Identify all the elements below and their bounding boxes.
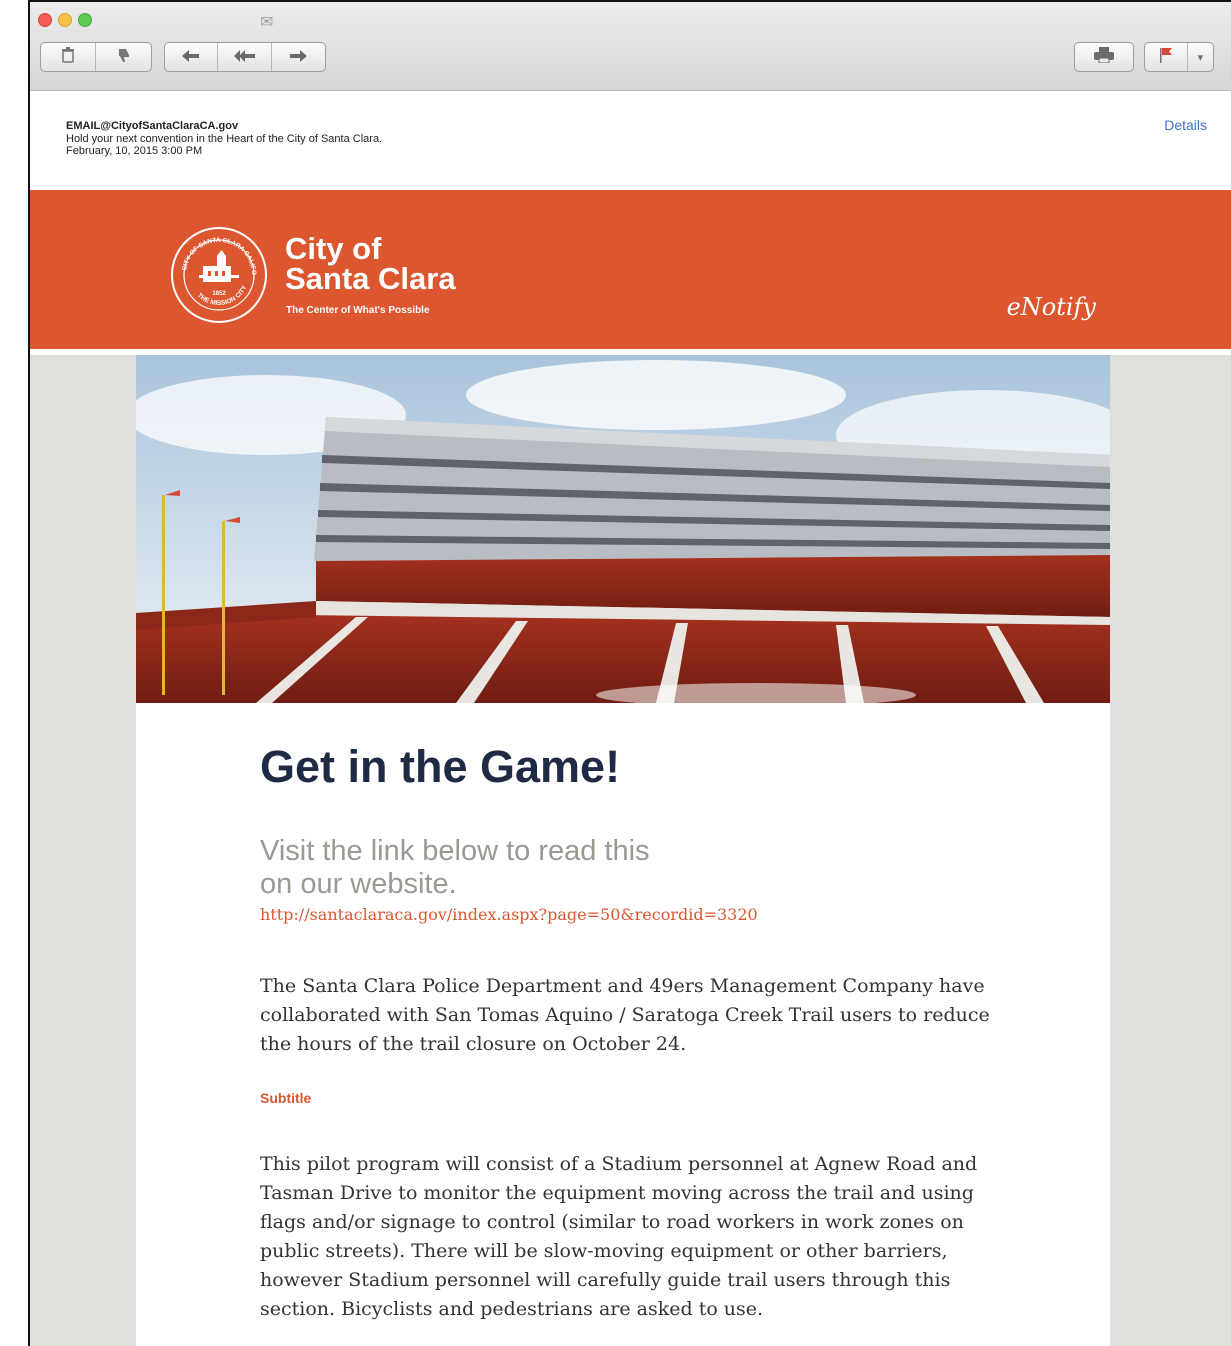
city-tagline: The Center of What's Possible <box>286 305 430 316</box>
minimize-window-button[interactable] <box>58 13 72 27</box>
headline: Get in the Game! <box>260 741 621 792</box>
forward-icon <box>289 48 308 66</box>
city-seal-logo: CITY OF SANTA CLARA CALIFORNIA THE MISSI… <box>168 221 268 324</box>
enotify-label: eNotify <box>1006 293 1096 321</box>
reply-all-icon <box>233 48 256 66</box>
lead-line-2: on our website. <box>260 868 457 900</box>
forward-button[interactable] <box>272 43 325 71</box>
reply-button[interactable] <box>165 43 219 71</box>
enotify-banner: CITY OF SANTA CLARA CALIFORNIA THE MISSI… <box>30 190 1231 349</box>
article-link[interactable]: http://santaclaraca.gov/index.aspx?page=… <box>260 905 758 924</box>
svg-text:1852: 1852 <box>212 291 226 297</box>
trash-button[interactable] <box>41 43 96 71</box>
flag-group: ▾ <box>1144 42 1214 72</box>
delete-junk-group <box>40 42 152 72</box>
subject-line: Hold your next convention in the Heart o… <box>66 132 383 145</box>
flag-icon <box>1159 47 1173 67</box>
junk-thumb-icon <box>117 47 131 67</box>
reply-group <box>164 42 326 72</box>
lead-text: Visit the link below to read this on our… <box>260 835 650 901</box>
section-subtitle: Subtitle <box>260 1090 312 1106</box>
mail-icon: ✉ <box>260 12 274 31</box>
chevron-down-icon: ▾ <box>1197 50 1204 64</box>
reply-icon <box>182 48 200 66</box>
print-group <box>1074 42 1134 72</box>
flag-menu-button[interactable]: ▾ <box>1188 43 1213 71</box>
print-icon <box>1094 47 1114 67</box>
stadium-hero-image <box>136 355 1110 703</box>
newsletter-card: Get in the Game! Visit the link below to… <box>136 355 1110 1346</box>
close-window-button[interactable] <box>38 13 52 27</box>
reply-all-button[interactable] <box>218 43 272 71</box>
body-paragraph-2: This pilot program will consist of a Sta… <box>260 1153 978 1320</box>
body-paragraph-1: The Santa Clara Police Department and 49… <box>260 975 990 1055</box>
mail-window: ✉ ▾ EMAIL@CityofSantaClaraCA.gov Hold yo… <box>28 0 1231 1346</box>
trash-icon <box>61 47 75 67</box>
sender-address[interactable]: EMAIL@CityofSantaClaraCA.gov <box>66 120 382 133</box>
toolbar: ✉ ▾ <box>30 2 1231 91</box>
print-button[interactable] <box>1075 43 1133 71</box>
junk-button[interactable] <box>96 43 151 71</box>
message-body-background: Get in the Game! Visit the link below to… <box>30 355 1231 1346</box>
details-link[interactable]: Details <box>1164 117 1207 133</box>
date-line: February, 10, 2015 3:00 PM <box>66 145 203 157</box>
message-header: EMAIL@CityofSantaClaraCA.gov Hold your n… <box>66 120 382 158</box>
flag-button[interactable] <box>1145 43 1188 71</box>
city-name-line1: City of <box>285 231 382 266</box>
zoom-window-button[interactable] <box>78 13 92 27</box>
lead-line-1: Visit the link below to read this <box>260 835 650 867</box>
city-name-line2: Santa Clara <box>285 261 456 296</box>
